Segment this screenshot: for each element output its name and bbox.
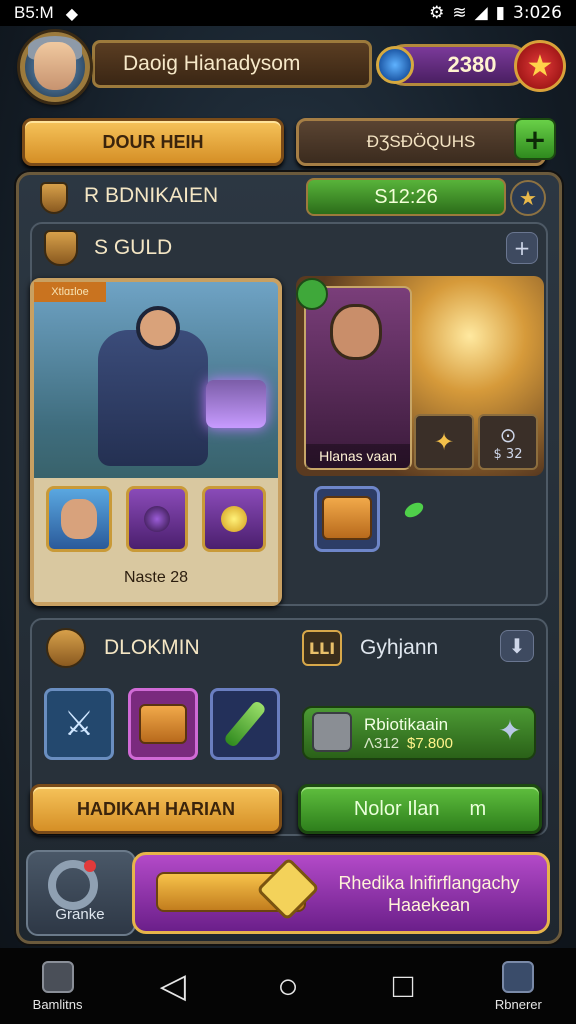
wifi-icon: ≋	[452, 3, 467, 23]
ring-icon: ⊙	[499, 422, 517, 447]
recents-square-icon: □	[392, 966, 414, 1005]
secondary-top-button-label: ÐƷSÐÖQUHS	[366, 132, 476, 151]
villain-badge-icon	[296, 278, 328, 310]
dungeon-green-button-suffix: m	[469, 797, 487, 820]
villain-face	[330, 304, 382, 360]
guild-add-button[interactable]: +	[506, 232, 538, 264]
potion-item-tile[interactable]	[210, 688, 280, 760]
ring-tile-value: $ 32	[493, 446, 523, 462]
primary-top-button-label: DOUR HEIH	[102, 131, 204, 152]
event-shield-icon	[40, 182, 68, 214]
green-potion-icon	[222, 699, 268, 749]
settings-label: Granke	[55, 906, 105, 923]
home-button[interactable]: ○	[243, 965, 333, 1007]
orb-icon	[144, 506, 170, 532]
equip-slot-portrait[interactable]	[46, 486, 112, 552]
nav-right-label: Rbnerer	[494, 996, 542, 1012]
add-button[interactable]: +	[514, 118, 556, 160]
sword-item-tile[interactable]: ⚔	[44, 688, 114, 760]
equip-slot-gem[interactable]	[202, 486, 266, 552]
download-icon: ⬇	[508, 634, 526, 658]
dungeon-title: DLOKMIN	[104, 636, 200, 659]
ring-tile[interactable]: ⊙ $ 32	[478, 414, 538, 470]
battery-icon: ▮	[495, 3, 505, 23]
star-icon: ★	[519, 186, 537, 210]
plus-icon: +	[523, 122, 547, 156]
gem-currency-icon	[376, 46, 414, 84]
treasure-chest-icon	[322, 496, 372, 540]
star-button[interactable]: ★	[514, 40, 566, 92]
treasure-chest-icon	[139, 704, 187, 744]
hero-name: Naste 28	[123, 569, 189, 586]
player-name-bar[interactable]: Daoig Hianadysom	[92, 40, 372, 88]
vibrate-icon: ⚙	[429, 3, 445, 23]
player-name: Daoig Hianadysom	[123, 52, 301, 75]
star-icon: ★	[526, 48, 554, 84]
event-title: R BDNIKAIEN	[84, 184, 219, 207]
signal-icon: ◢	[474, 3, 488, 23]
event-star-button[interactable]: ★	[510, 180, 546, 216]
hero-head	[136, 306, 180, 350]
notification-dot	[84, 860, 96, 872]
guild-crest-icon	[44, 230, 78, 266]
secondary-top-button[interactable]: ÐƷSÐÖQUHS	[296, 118, 546, 166]
chest-item-tile[interactable]	[128, 688, 198, 760]
dungeon-green-button[interactable]: Nolor Ilan m	[298, 784, 542, 834]
gem-star-icon: ✦	[498, 713, 522, 747]
portrait-icon	[61, 499, 97, 539]
status-clock: 3:026	[513, 3, 562, 23]
dungeon-green-button-label: Nolor Ilan	[353, 797, 440, 820]
reward-sub: Ʌ312	[364, 734, 400, 752]
sword-icon: ⚔	[63, 704, 95, 744]
dungeon-gold-button[interactable]: HADIKAH HARIAN	[30, 784, 282, 834]
dungeon-gold-button-label: HADIKAH HARIAN	[77, 798, 235, 819]
back-button[interactable]: ◁	[128, 966, 218, 1006]
system-navbar: Bamlitns ◁ ○ □ Rbnerer	[0, 948, 576, 1024]
plus-icon: +	[513, 236, 531, 260]
nav-left-label: Bamlitns	[32, 996, 83, 1012]
stone-box-icon	[312, 712, 352, 752]
event-timer: S12:26	[306, 178, 506, 216]
dungeon-download-button[interactable]: ⬇	[500, 630, 534, 662]
dungeon-label: Gyhjann	[360, 636, 439, 659]
hammer-weapon-icon	[206, 380, 266, 428]
promo-line-1: Rhedika lnifirflangachy	[338, 873, 520, 894]
staff-icon: ✦	[433, 428, 455, 456]
sword-app-icon	[502, 960, 535, 993]
event-timer-value: S12:26	[374, 185, 438, 208]
promo-line-2: Haaekean	[387, 895, 471, 915]
currency-amount: 2380	[447, 52, 497, 77]
hero-figure	[98, 330, 208, 466]
villain-name: Hlanas vaan	[306, 444, 410, 468]
gold-gem-icon	[221, 506, 247, 532]
guild-title: S GULD	[94, 236, 173, 259]
staff-tile[interactable]: ✦	[414, 414, 474, 470]
recents-button[interactable]: □	[358, 967, 448, 1006]
primary-top-button[interactable]: DOUR HEIH	[22, 118, 284, 166]
dungeon-crest-icon	[46, 628, 86, 668]
promo-text: Rhedika lnifirflangachy Haaekean	[316, 870, 542, 920]
home-circle-icon: ○	[277, 965, 299, 1006]
back-triangle-icon: ◁	[159, 967, 186, 1005]
shield-status-icon: ◆	[65, 3, 78, 23]
status-time: B5:M	[14, 3, 54, 22]
nav-right-app[interactable]: Rbnerer	[473, 960, 563, 1012]
rune-label: LLI	[308, 638, 336, 658]
rune-box[interactable]: LLI	[302, 630, 342, 666]
status-bar: B5:M ◆ ⚙ ≋ ◢ ▮ 3:026	[0, 0, 576, 26]
reward-value: $7.800	[407, 734, 453, 752]
app-icon	[41, 960, 74, 993]
hero-tag: Xtlɑɪloe	[34, 282, 106, 302]
equip-slot-orb[interactable]	[126, 486, 188, 552]
nav-left-app[interactable]: Bamlitns	[13, 960, 103, 1012]
avatar-face	[34, 42, 76, 90]
